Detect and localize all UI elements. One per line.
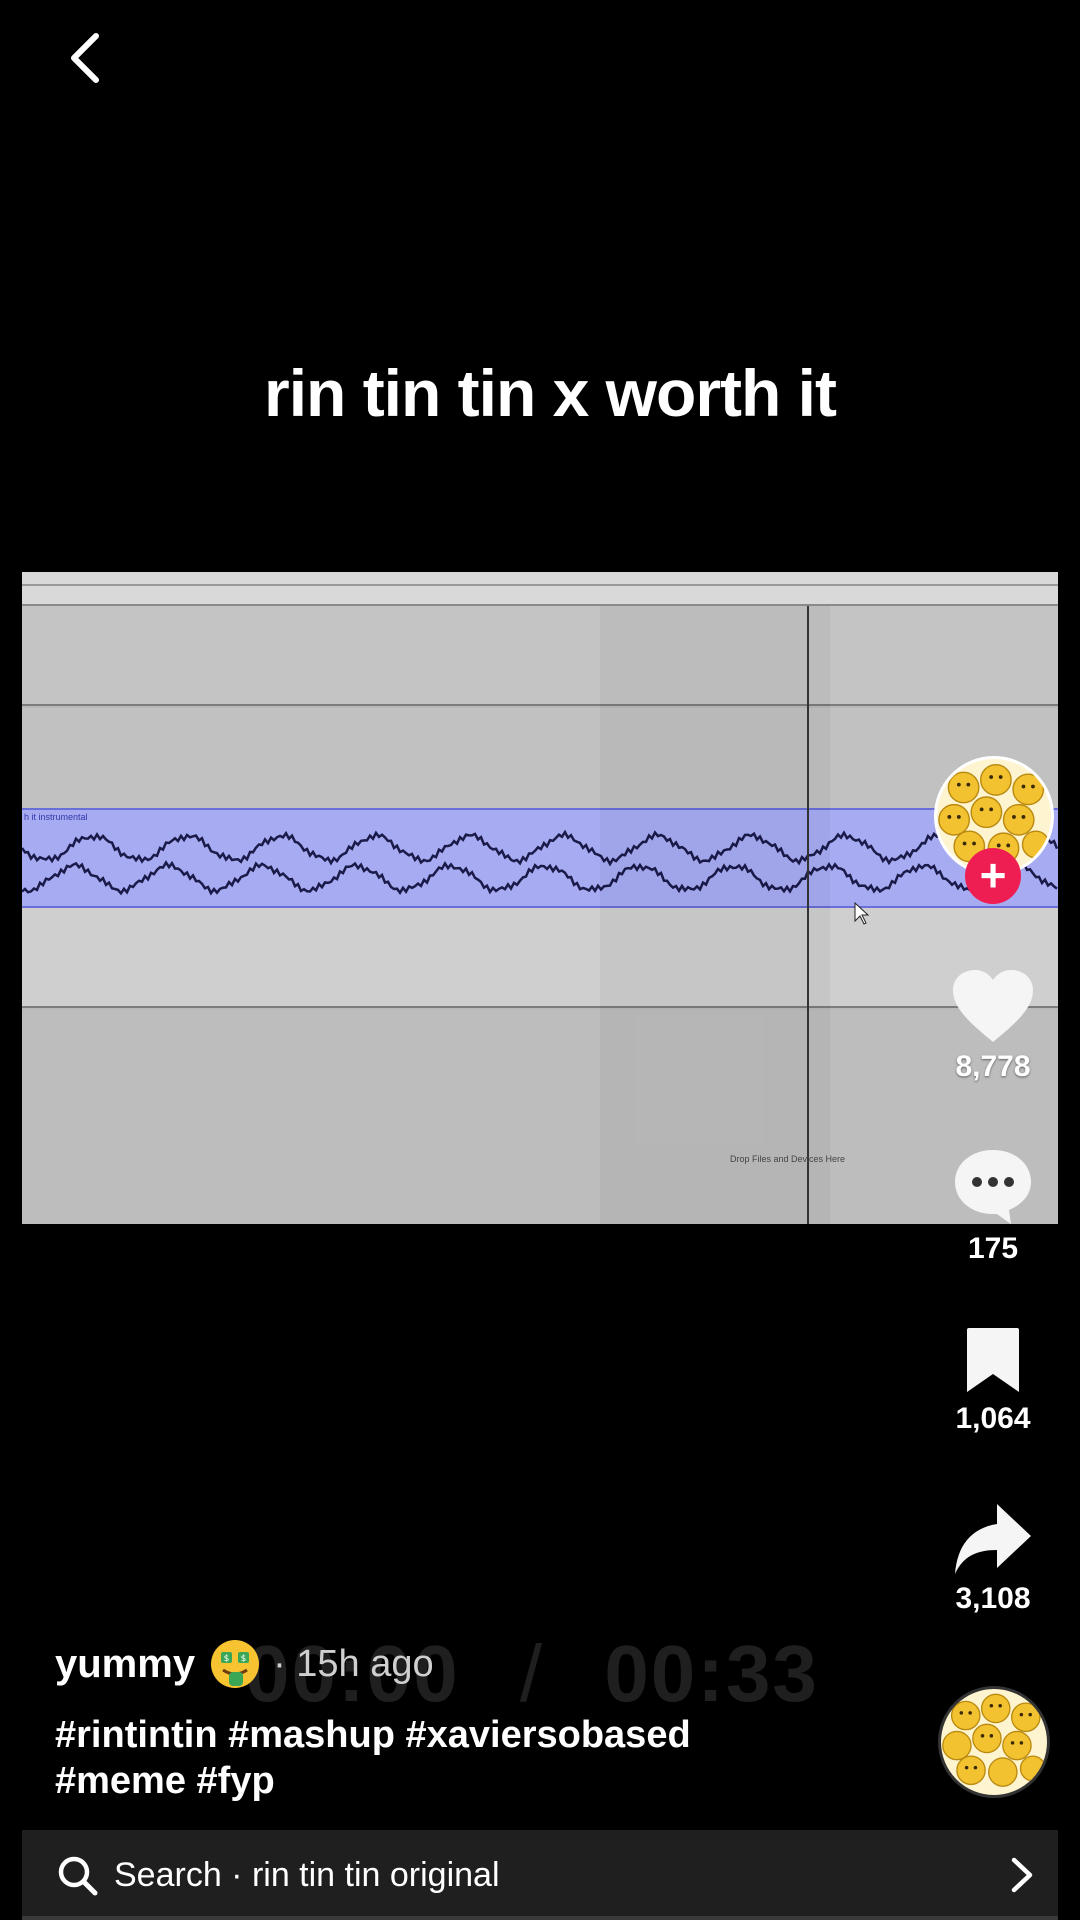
timer-duration: 00:33: [604, 1629, 819, 1718]
related-search-bar[interactable]: Search · rin tin tin original: [22, 1830, 1058, 1920]
like-button[interactable]: 8,778: [938, 968, 1048, 1084]
daw-playhead: [807, 606, 809, 1224]
daw-drop-hint: Drop Files and Devices Here: [730, 1154, 846, 1164]
post-time: · 15h ago: [273, 1642, 434, 1685]
timer-separator: /: [519, 1629, 545, 1718]
sound-disc-button[interactable]: [938, 1686, 1050, 1798]
video-progress-bar[interactable]: [22, 1916, 1058, 1920]
daw-drop-area: [22, 1010, 1058, 1224]
svg-text:$: $: [224, 1654, 230, 1664]
daw-track-lane: [22, 908, 1058, 1008]
search-icon: [58, 1856, 98, 1896]
svg-text:$: $: [241, 1654, 247, 1664]
follow-button[interactable]: +: [965, 848, 1021, 904]
smiley-pile-icon: [942, 1693, 1046, 1787]
author-name[interactable]: yummy: [55, 1642, 195, 1687]
author-row: yummy $ $ · 15h ago: [55, 1636, 434, 1692]
comment-icon: [955, 1150, 1031, 1224]
audio-clip: h it instrumental: [22, 808, 1058, 908]
share-count: 3,108: [955, 1582, 1031, 1615]
back-chevron-icon: [71, 33, 99, 83]
share-button[interactable]: 3,108: [938, 1502, 1048, 1616]
audio-clip-label: h it instrumental: [24, 812, 88, 822]
daw-track-lane: [22, 708, 1058, 808]
daw-selection: [600, 606, 830, 1224]
like-count: 8,778: [955, 1050, 1031, 1083]
daw-ruler: [22, 572, 1058, 606]
video-title-overlay: rin tin tin x worth it: [264, 356, 837, 430]
comment-button[interactable]: 175: [938, 1146, 1048, 1266]
caption-hashtags[interactable]: #rintintin #mashup #xaviersobased #meme …: [55, 1712, 815, 1804]
bookmark-icon: [967, 1328, 1019, 1392]
mouse-cursor-icon: [854, 902, 870, 925]
audio-waveform: [22, 829, 1058, 896]
comment-count: 175: [967, 1232, 1019, 1265]
daw-track-lane: [22, 606, 1058, 706]
chevron-right-icon: [1011, 1857, 1033, 1893]
back-button[interactable]: [50, 22, 130, 102]
money-mouth-face-icon: $ $: [211, 1640, 260, 1688]
bookmark-button[interactable]: 1,064: [938, 1326, 1048, 1436]
share-icon: [955, 1504, 1031, 1574]
search-label: Search · rin tin tin original: [114, 1855, 500, 1894]
heart-icon: [953, 970, 1033, 1042]
bookmark-count: 1,064: [955, 1402, 1031, 1435]
video-content[interactable]: h it instrumental Drop Files and Devices…: [22, 572, 1058, 1224]
